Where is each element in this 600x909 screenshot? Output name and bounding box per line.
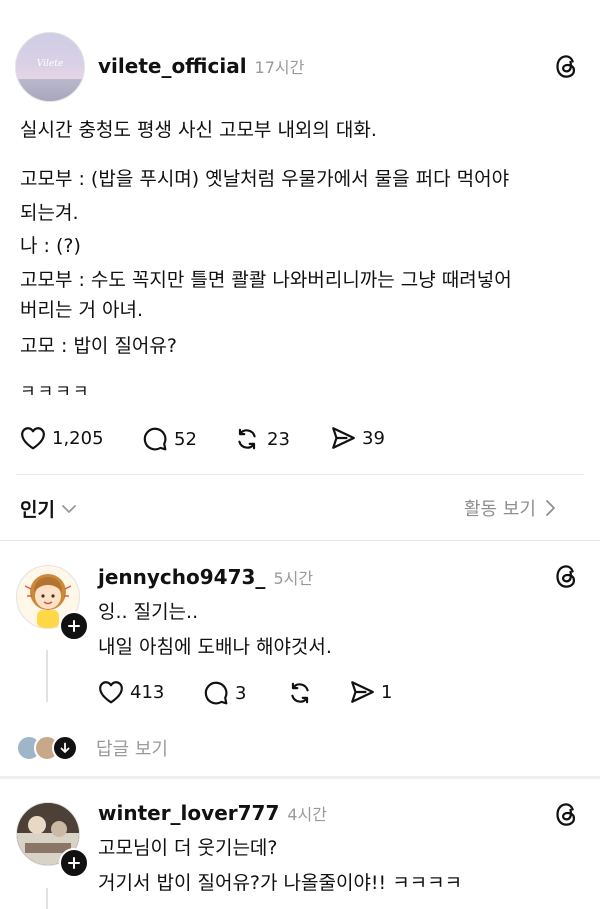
reply-share-count: 1 (381, 681, 393, 703)
post-line-7: 고모 : 밥이 질어유? (20, 335, 177, 357)
comment-button[interactable]: 52 (142, 426, 197, 452)
activity-label: 활동 보기 (464, 499, 536, 520)
heart-icon (99, 681, 123, 704)
like-count: 1,205 (52, 427, 104, 449)
reply-like-button[interactable]: 413 (98, 680, 164, 704)
reply-line-2: 내일 아침에 도배나 해야것서. (98, 636, 332, 658)
divider (0, 540, 600, 541)
reply-header: winter_lover777 4시간 (98, 801, 327, 825)
post-username[interactable]: vilete_official (98, 54, 247, 78)
comment-count: 52 (174, 428, 197, 450)
threads-icon[interactable] (553, 563, 580, 594)
divider (16, 474, 584, 475)
share-icon (351, 681, 374, 703)
post-time: 17시간 (254, 58, 305, 77)
share-count: 39 (362, 427, 385, 449)
reply-time: 5시간 (273, 569, 314, 588)
divider (0, 776, 600, 779)
heart-icon (21, 427, 45, 450)
repost-button[interactable]: 23 (233, 426, 290, 452)
reply-time: 4시간 (287, 805, 327, 824)
reply-username[interactable]: winter_lover777 (98, 801, 279, 825)
post-header: vilete_official 17시간 (98, 54, 304, 78)
thread-line (46, 650, 48, 702)
reply-line-1: 고모님이 더 웃기는데? (98, 837, 278, 859)
comment-icon (143, 427, 167, 451)
reply-like-count: 413 (130, 681, 165, 703)
chevron-down-icon (62, 504, 76, 513)
sort-dropdown[interactable]: 인기 (20, 495, 77, 522)
thread-line (46, 888, 48, 909)
reply-comment-button[interactable]: 3 (203, 680, 246, 706)
plus-icon (68, 857, 80, 869)
chevron-right-icon (546, 500, 555, 516)
repost-icon (238, 428, 256, 450)
view-replies-label[interactable]: 답글 보기 (96, 735, 168, 761)
post-line-5: 고모부 : 수도 꼭지만 틀면 콸콸 나와버리니까는 그냥 때려넣어 (20, 269, 512, 291)
arrow-down-icon (52, 735, 78, 761)
post-line-4: 나 : (?) (20, 235, 81, 257)
reply-header: jennycho9473_ 5시간 (98, 565, 313, 589)
reply-username[interactable]: jennycho9473_ (98, 565, 265, 589)
reply-line-2: 거기서 밥이 질어유?가 나올줄이야!! ㅋㅋㅋㅋ (98, 872, 463, 894)
repost-count: 23 (267, 428, 290, 450)
threads-icon[interactable] (553, 801, 580, 832)
sort-label: 인기 (20, 499, 55, 521)
reply-comment-count: 3 (235, 682, 247, 704)
post-line-6: 버리는 거 아녀. (20, 299, 143, 321)
post-line-2: 고모부 : (밥을 푸시며) 옛날처럼 우물가에서 물을 퍼다 먹어야 (20, 168, 510, 190)
reply-repost-button[interactable] (286, 680, 320, 706)
avatar-logo-text: Vilete (36, 59, 64, 69)
comment-icon (204, 681, 228, 705)
threads-icon[interactable] (553, 53, 580, 84)
repost-icon (291, 682, 309, 704)
reply-line-1: 잉.. 질기는.. (98, 601, 199, 623)
follow-button[interactable] (59, 611, 89, 641)
post-line-8: ㅋㅋㅋㅋ (20, 382, 91, 402)
plus-icon (68, 620, 80, 632)
follow-button[interactable] (59, 848, 89, 878)
post-line-3: 되는겨. (20, 202, 79, 224)
reply-share-button[interactable]: 1 (349, 680, 392, 704)
activity-link[interactable]: 활동 보기 (464, 495, 556, 521)
view-replies-row[interactable]: 답글 보기 (16, 735, 168, 761)
share-icon (332, 427, 355, 449)
post-avatar[interactable]: Vilete (15, 32, 85, 102)
post-line-1: 실시간 충청도 평생 사신 고모부 내외의 대화. (20, 119, 377, 141)
share-button[interactable]: 39 (330, 426, 385, 450)
like-button[interactable]: 1,205 (20, 426, 104, 450)
